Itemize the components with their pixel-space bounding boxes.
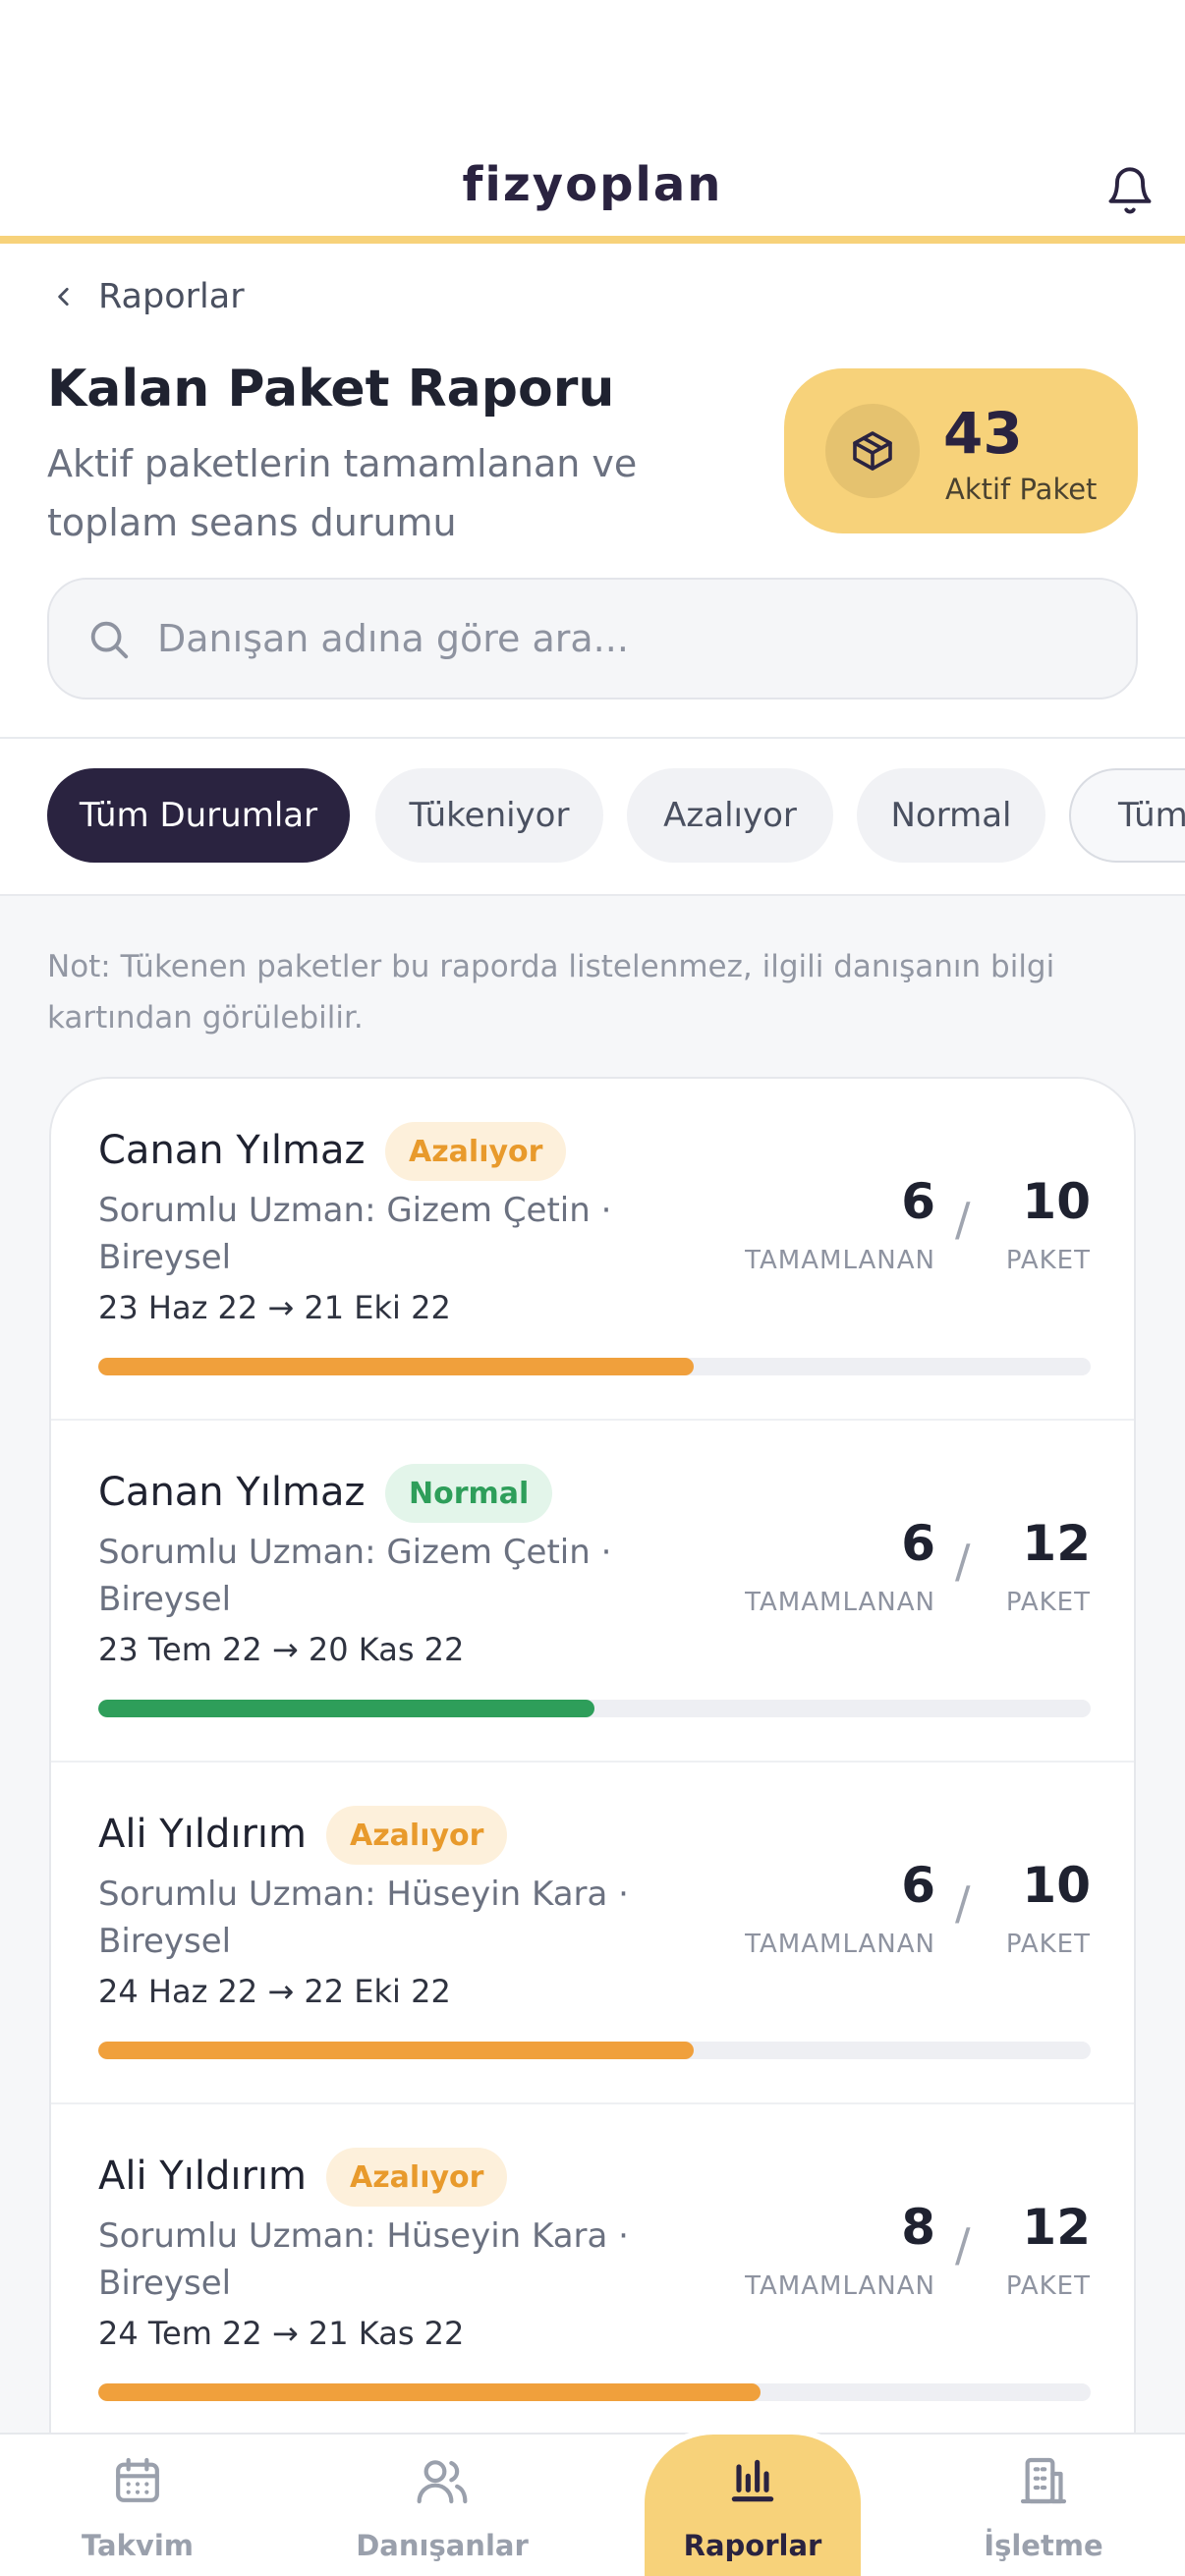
completed-label: TAMAMLANAN [745,2271,935,2301]
expert-name: Sorumlu Uzman: Hüseyin Kara · [98,2216,629,2256]
chevron-left-icon [58,288,69,306]
filter-chip-decreasing[interactable]: Azalıyor [627,768,833,863]
page-subtitle: Aktif paketlerin tamamlanan ve toplam se… [47,442,638,544]
page-title: Kalan Paket Raporu [47,360,615,419]
calendar-icon [110,2450,165,2511]
back-button[interactable]: Raporlar [51,277,245,316]
package-dates: 24 Tem 22 → 21 Kas 22 [98,2315,465,2352]
total-label: PAKET [1005,1246,1091,1275]
progress-track [98,1358,1091,1375]
count-separator: / [955,1535,971,1588]
client-name: Ali Yıldırım [98,2154,307,2199]
expert-name: Sorumlu Uzman: Gizem Çetin · [98,1191,612,1230]
progress-track [98,1700,1091,1717]
package-dates: 23 Haz 22 → 21 Eki 22 [98,1289,451,1326]
tab-isletme[interactable]: İşletme [955,2435,1132,2576]
info-note: Not: Tükenen paketler bu raporda listele… [47,949,1055,1036]
search-icon [90,621,129,659]
total-count: 10 [1022,1173,1091,1230]
total-count: 12 [1022,2199,1091,2256]
client-name: Canan Yılmaz [98,1128,366,1173]
filter-chip-normal[interactable]: Normal [857,768,1045,863]
bell-icon[interactable] [1104,165,1156,216]
package-dates: 24 Haz 22 → 22 Eki 22 [98,1973,451,2010]
stat-label: Aktif Paket [945,473,1098,506]
session-type: Bireysel [98,1922,232,1961]
status-badge: Normal [385,1464,553,1523]
package-card[interactable]: Ali Yıldırım Azalıyor Sorumlu Uzman: Hüs… [51,2104,1134,2446]
tab-danisanlar[interactable]: Danışanlar [334,2435,550,2576]
session-type: Bireysel [98,2264,232,2303]
stat-value: 43 [943,400,1023,467]
expert-name: Sorumlu Uzman: Hüseyin Kara · [98,1875,629,1914]
package-card[interactable]: Canan Yılmaz Azalıyor Sorumlu Uzman: Giz… [51,1079,1134,1421]
total-label: PAKET [1005,1930,1091,1959]
tab-label: Danışanlar [356,2529,529,2562]
completed-count: 6 [901,1173,935,1230]
count-separator: / [955,1193,971,1246]
package-meta: Sorumlu Uzman: Gizem Çetin · Bireysel [98,1529,649,1623]
status-badge: Azalıyor [326,2148,508,2207]
progress-fill [98,1700,594,1717]
package-dates: 23 Tem 22 → 20 Kas 22 [98,1631,465,1668]
top-app-bar: fizyoplan [0,0,1185,244]
total-label: PAKET [1005,2271,1091,2301]
progress-track [98,2383,1091,2401]
progress-track [98,2042,1091,2059]
package-card[interactable]: Canan Yılmaz Normal Sorumlu Uzman: Gizem… [51,1421,1134,1763]
completed-label: TAMAMLANAN [745,1588,935,1617]
filter-chip-all[interactable]: Tüm Durumlar [47,768,350,863]
bar-chart-icon [725,2450,780,2511]
completed-label: TAMAMLANAN [745,1930,935,1959]
status-filter-bar: Tüm Durumlar Tükeniyor Azalıyor Normal T… [0,739,1185,896]
building-icon [1016,2450,1071,2511]
completed-count: 6 [901,1857,935,1914]
status-badge: Azalıyor [326,1806,508,1865]
tab-raporlar[interactable]: Raporlar [645,2435,861,2576]
search-input[interactable] [157,609,1100,668]
completed-label: TAMAMLANAN [745,1246,935,1275]
completed-count: 8 [901,2199,935,2256]
package-list: Canan Yılmaz Azalıyor Sorumlu Uzman: Giz… [49,1077,1136,2452]
report-header: Raporlar Kalan Paket Raporu Aktif paketl… [0,244,1185,739]
active-package-stat: 43 Aktif Paket [784,368,1138,533]
expert-name: Sorumlu Uzman: Gizem Çetin · [98,1533,612,1572]
client-name: Canan Yılmaz [98,1470,366,1515]
session-type: Bireysel [98,1580,232,1619]
tab-takvim[interactable]: Takvim [59,2435,216,2576]
box-icon [825,404,920,498]
total-count: 10 [1022,1857,1091,1914]
count-separator: / [955,1876,971,1930]
status-badge: Azalıyor [385,1122,567,1181]
tab-label: İşletme [984,2529,1103,2562]
total-count: 12 [1022,1515,1091,1572]
session-type: Bireysel [98,1238,232,1277]
package-meta: Sorumlu Uzman: Gizem Çetin · Bireysel [98,1187,649,1281]
tab-label: Takvim [82,2529,194,2562]
back-label: Raporlar [98,277,245,316]
client-name: Ali Yıldırım [98,1812,307,1857]
search-box[interactable] [47,578,1138,700]
progress-fill [98,2383,761,2401]
brand-logo: fizyoplan [462,157,723,212]
users-icon [414,2450,471,2511]
completed-count: 6 [901,1515,935,1572]
progress-fill [98,2042,694,2059]
filter-chip-running-out[interactable]: Tükeniyor [375,768,603,863]
bottom-tab-bar: Takvim Danışanlar Raporlar İşletme [0,2433,1185,2576]
total-label: PAKET [1005,1588,1091,1617]
filter-chip-more[interactable]: Tüm [1069,768,1185,863]
package-meta: Sorumlu Uzman: Hüseyin Kara · Bireysel [98,1871,649,1965]
package-card[interactable]: Ali Yıldırım Azalıyor Sorumlu Uzman: Hüs… [51,1763,1134,2104]
progress-fill [98,1358,694,1375]
count-separator: / [955,2218,971,2271]
tab-label: Raporlar [683,2529,822,2562]
package-meta: Sorumlu Uzman: Hüseyin Kara · Bireysel [98,2212,649,2307]
